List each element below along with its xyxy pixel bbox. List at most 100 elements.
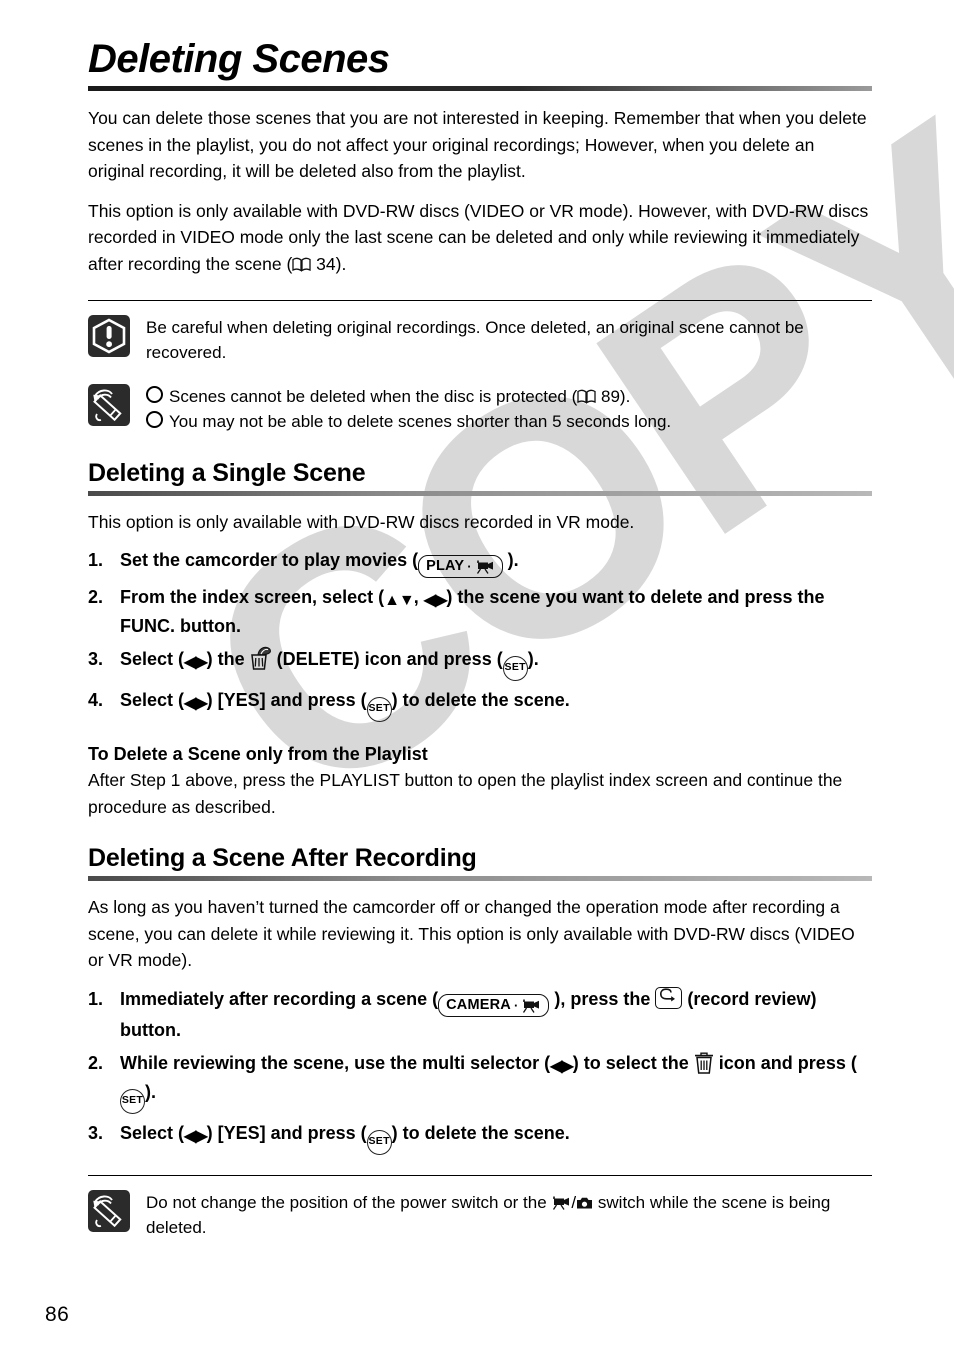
step-text-a: Set the camcorder to play movies ( <box>120 550 419 571</box>
book-reference-icon <box>577 386 596 404</box>
step-text-a: Select ( <box>120 1122 185 1143</box>
note-bullet-1: Scenes cannot be deleted when the disc i… <box>146 384 671 410</box>
single-scene-intro: This option is only available with DVD-R… <box>88 511 635 532</box>
note-bullet-2: You may not be able to delete scenes sho… <box>146 409 671 435</box>
single-scene-steps: 1. Set the camcorder to play movies (PLA… <box>88 547 872 722</box>
step-text-b: ). <box>507 550 519 571</box>
set-button-icon: SET <box>366 696 392 722</box>
step-number: 1. <box>88 550 104 571</box>
section-heading-after-recording-text: Deleting a Scene After Recording <box>88 844 477 873</box>
step-text-b: ) [YES] and press ( <box>206 1122 367 1143</box>
intro-paragraph-2-text-b: ). <box>335 253 347 274</box>
step-number: 2. <box>88 586 104 607</box>
step-text-a: Select ( <box>120 648 185 669</box>
playlist-subheading: To Delete a Scene only from the Playlist <box>88 743 428 764</box>
note-bullet-2-text: You may not be able to delete scenes sho… <box>169 412 672 432</box>
step-text-a: Immediately after recording a scene ( <box>120 988 439 1009</box>
badge-middot: · <box>467 558 472 574</box>
left-right-arrows-icon: ◀▶ <box>550 1057 574 1075</box>
note-pencil-icon <box>88 383 130 426</box>
title-divider <box>88 86 872 91</box>
playlist-body-text: After Step 1 above, press the PLAYLIST b… <box>88 769 843 817</box>
bullet-circle-icon <box>146 385 163 403</box>
page-title: Deleting Scenes <box>88 37 390 81</box>
movie-camera-icon <box>551 1192 571 1210</box>
note-pencil-icon <box>88 1189 130 1232</box>
section-heading-single-scene-text: Deleting a Single Scene <box>88 458 366 487</box>
step-text-c: (DELETE) icon and press ( <box>276 648 503 669</box>
step-text-d: ). <box>527 648 539 669</box>
note-bullet-1-text-a: Scenes cannot be deleted when the disc i… <box>169 386 578 406</box>
left-right-arrows-icon: ◀▶ <box>184 694 208 712</box>
trash-icon <box>694 1051 714 1074</box>
section-heading-rule <box>88 490 872 496</box>
step-number: 4. <box>88 689 104 710</box>
note-bullet-1-page-ref: 89 <box>601 386 620 406</box>
manual-page: Deleting Scenes You can delete those sce… <box>0 0 954 1357</box>
set-button-icon: SET <box>366 1129 392 1155</box>
bullet-circle-icon <box>146 411 163 429</box>
camera-mode-badge-label: CAMERA <box>446 996 511 1013</box>
warning-exclamation-icon <box>88 314 130 357</box>
delete-trash-icon <box>250 646 272 670</box>
step-item: 3. Select (◀▶) the (DELETE) icon and pre… <box>88 646 872 681</box>
page-content: Deleting Scenes You can delete those sce… <box>88 0 872 1241</box>
play-mode-badge: PLAY · <box>418 554 503 578</box>
footer-note-text: Do not change the position of the power … <box>146 1188 872 1241</box>
step-number: 3. <box>88 648 104 669</box>
left-right-arrows-icon: ◀▶ <box>184 653 208 671</box>
step-text-b: ) to select the <box>572 1052 689 1073</box>
step-item: 2. From the index screen, select (▲▼, ◀▶… <box>88 584 872 640</box>
step-item: 4. Select (◀▶) [YES] and press (SET) to … <box>88 687 872 722</box>
step-text-c: ) to delete the scene. <box>391 1122 570 1143</box>
page-number: 86 <box>45 1303 70 1326</box>
footer-note-divider <box>88 1174 872 1176</box>
step-text-a: From the index screen, select ( <box>120 586 385 607</box>
left-right-arrows-icon: ◀▶ <box>184 1127 208 1145</box>
step-text-mid: , <box>413 586 419 607</box>
step-text-a: Select ( <box>120 689 185 710</box>
after-recording-intro: As long as you haven’t turned the camcor… <box>88 897 855 971</box>
warning-callout-text: Be careful when deleting original record… <box>146 317 804 363</box>
section-heading-single-scene: Deleting a Single Scene <box>88 459 872 496</box>
intro-paragraph-2-text-a: This option is only available with DVD-R… <box>88 200 869 274</box>
callout-top-divider <box>88 299 872 301</box>
step-text-b: ) [YES] and press ( <box>206 689 367 710</box>
step-item: 2. While reviewing the scene, use the mu… <box>88 1050 872 1114</box>
intro-paragraph-2: This option is only available with DVD-R… <box>88 198 872 278</box>
left-right-arrows-icon: ◀▶ <box>423 591 448 609</box>
step-number: 2. <box>88 1052 104 1073</box>
after-recording-steps: 1. Immediately after recording a scene (… <box>88 986 872 1155</box>
record-review-button-icon <box>655 986 683 1009</box>
set-button-icon: SET <box>502 655 528 681</box>
movie-camera-icon <box>521 998 541 1013</box>
intro-paragraph-2-page-ref: 34 <box>316 253 336 274</box>
step-number: 1. <box>88 988 104 1009</box>
movie-camera-icon <box>475 559 495 574</box>
notes-callout-text: Scenes cannot be deleted when the disc i… <box>146 382 671 435</box>
note-bullet-1-text-b: ). <box>619 386 631 406</box>
step-text-b: ) the <box>206 648 245 669</box>
step-text-a: While reviewing the scene, use the multi… <box>120 1052 551 1073</box>
step-number: 3. <box>88 1122 104 1143</box>
footer-note-text-a: Do not change the position of the power … <box>146 1192 547 1212</box>
set-button-icon: SET <box>120 1088 145 1114</box>
step-text-d: ). <box>145 1081 156 1102</box>
footer-note-callout: Do not change the position of the power … <box>88 1188 872 1241</box>
camera-mode-badge: CAMERA · <box>438 993 550 1017</box>
section-heading-rule <box>88 876 872 882</box>
step-item: 3. Select (◀▶) [YES] and press (SET) to … <box>88 1120 872 1155</box>
step-text-c: ) to delete the scene. <box>391 689 570 710</box>
intro-paragraph-1: You can delete those scenes that you are… <box>88 108 867 182</box>
still-camera-icon <box>576 1192 593 1209</box>
up-down-arrows-icon: ▲▼ <box>384 591 415 609</box>
step-text-b: ), press the <box>554 988 651 1009</box>
step-item: 1. Immediately after recording a scene (… <box>88 986 872 1044</box>
book-reference-icon <box>292 253 311 272</box>
step-item: 1. Set the camcorder to play movies (PLA… <box>88 547 872 578</box>
play-mode-badge-label: PLAY <box>426 558 465 575</box>
step-text-c: icon and press ( <box>718 1052 857 1073</box>
badge-middot: · <box>513 997 519 1013</box>
section-heading-after-recording: Deleting a Scene After Recording <box>88 844 872 882</box>
warning-callout: Be careful when deleting original record… <box>88 313 872 366</box>
